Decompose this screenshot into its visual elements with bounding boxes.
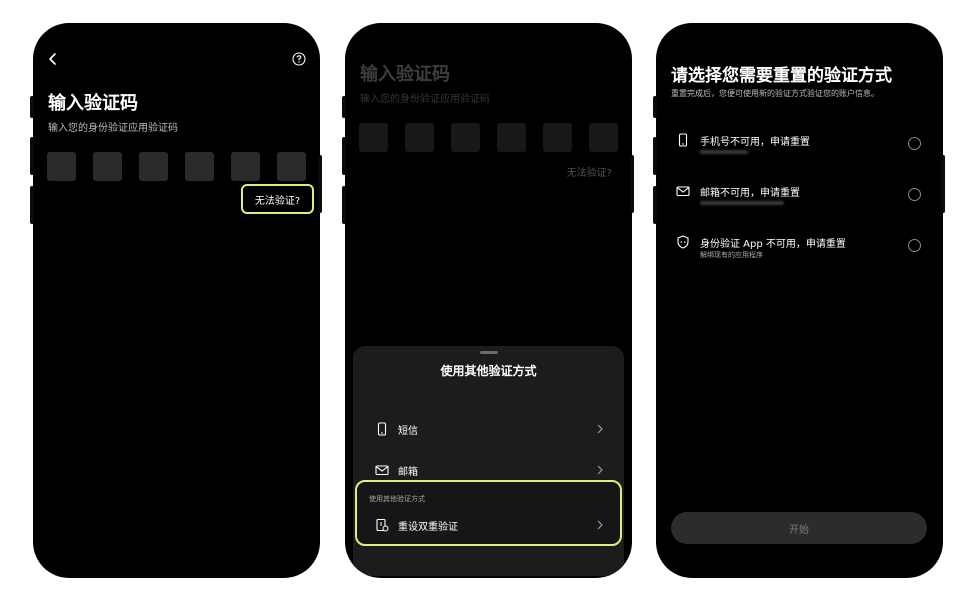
option-title: 身份验证 App 不可用，申请重置 <box>700 239 846 250</box>
sheet-title: 使用其他验证方式 <box>440 364 537 378</box>
phone-side-button <box>342 96 346 118</box>
chevron-right-icon <box>597 465 603 475</box>
phone-side-button <box>318 155 322 213</box>
code-digit-box <box>543 123 572 152</box>
cant-verify-button[interactable]: 无法验证? <box>241 184 314 214</box>
phone-side-button <box>342 137 346 175</box>
code-digit-box[interactable] <box>231 152 260 181</box>
code-digit-box[interactable] <box>185 152 214 181</box>
code-digit-box[interactable] <box>277 152 306 181</box>
back-arrow-icon[interactable] <box>45 51 61 67</box>
reset-option-phone[interactable]: 手机号不可用，申请重置 <box>656 133 943 173</box>
chevron-right-icon <box>597 424 603 434</box>
masked-email <box>700 201 784 205</box>
page-title: 请选择您需要重置的验证方式 <box>671 66 892 86</box>
option-label: 短信 <box>398 425 418 437</box>
phone-side-button <box>30 186 34 224</box>
mail-icon <box>676 186 690 197</box>
reset-2fa-icon <box>376 518 389 532</box>
reset-2fa-label: 重设双重验证 <box>398 521 458 533</box>
phone-side-button <box>653 96 657 118</box>
sheet-grabber[interactable] <box>479 351 498 354</box>
page-subtitle: 输入您的身份验证应用验证码 <box>360 94 490 105</box>
option-reset-2fa[interactable]: 重设双重验证 <box>355 509 622 541</box>
phone-side-button <box>630 155 634 213</box>
code-digit-box <box>589 123 618 152</box>
code-digit-box <box>405 123 434 152</box>
phone-screen-other-methods: 输入验证码 输入您的身份验证应用验证码 无法验证? 使用其他验证方式 短信 邮箱… <box>345 23 632 578</box>
section-label: 使用其他验证方式 <box>369 495 425 503</box>
masked-phone-number <box>700 150 748 154</box>
radio-button[interactable] <box>908 137 921 150</box>
phone-side-button <box>342 186 346 224</box>
chevron-right-icon <box>597 520 603 530</box>
page-subtitle: 输入您的身份验证应用验证码 <box>48 123 178 134</box>
option-title: 手机号不可用，申请重置 <box>700 137 810 148</box>
option-sms[interactable]: 短信 <box>353 413 624 445</box>
page-subtitle: 重置完成后，您便可使用新的验证方式验证您的账户信息。 <box>671 89 879 98</box>
phone-side-button <box>941 155 945 213</box>
code-digit-box <box>359 123 388 152</box>
page-title: 输入验证码 <box>48 93 138 114</box>
reset-option-authenticator[interactable]: 身份验证 App 不可用，申请重置 解绑现有的应用程序 <box>656 235 943 275</box>
code-digit-box[interactable] <box>47 152 76 181</box>
radio-button[interactable] <box>908 188 921 201</box>
shield-icon <box>677 235 689 249</box>
phone-side-button <box>653 186 657 224</box>
code-input-row[interactable] <box>47 152 306 181</box>
code-digit-box <box>451 123 480 152</box>
option-subtitle: 解绑现有的应用程序 <box>700 251 763 259</box>
help-icon[interactable] <box>292 52 306 66</box>
option-title: 邮箱不可用，申请重置 <box>700 188 800 199</box>
phone-side-button <box>653 137 657 175</box>
option-label: 邮箱 <box>398 466 418 478</box>
bottom-sheet: 使用其他验证方式 短信 邮箱 使用其他验证方式 重设双重验证 <box>353 346 624 576</box>
phone-icon <box>678 133 688 147</box>
code-digit-box <box>497 123 526 152</box>
cant-verify-link: 无法验证? <box>566 168 612 179</box>
reset-option-email[interactable]: 邮箱不可用，申请重置 <box>656 184 943 224</box>
phone-side-button <box>30 96 34 118</box>
reset-2fa-section: 使用其他验证方式 重设双重验证 <box>355 480 622 546</box>
phone-side-button <box>30 137 34 175</box>
code-input-row <box>359 123 618 152</box>
code-digit-box[interactable] <box>93 152 122 181</box>
phone-screen-enter-code: 输入验证码 输入您的身份验证应用验证码 无法验证? <box>33 23 320 578</box>
mail-icon <box>375 465 389 476</box>
page-title: 输入验证码 <box>360 64 450 85</box>
phone-icon <box>377 422 387 436</box>
start-button[interactable]: 开始 <box>671 512 927 544</box>
phone-screen-reset-method: 请选择您需要重置的验证方式 重置完成后，您便可使用新的验证方式验证您的账户信息。… <box>656 23 943 578</box>
radio-button[interactable] <box>908 239 921 252</box>
code-digit-box[interactable] <box>139 152 168 181</box>
